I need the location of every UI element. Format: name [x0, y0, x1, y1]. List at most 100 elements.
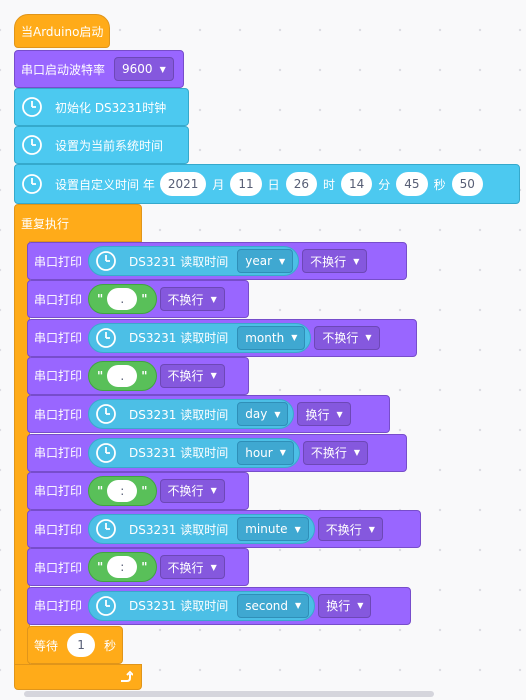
clock-icon: [96, 251, 116, 271]
time-field-dropdown[interactable]: second ▼: [237, 593, 310, 618]
caret-down-icon: ▼: [210, 294, 217, 304]
serial-print-block[interactable]: 串口打印 ": " 不换行 ▼: [27, 471, 249, 510]
ds3231-read-label: DS3231 读取时间: [129, 331, 229, 346]
serial-print-label: 串口打印: [34, 560, 83, 575]
horizontal-scrollbar[interactable]: [24, 691, 434, 697]
when-arduino-starts-block[interactable]: 当Arduino启动: [14, 14, 110, 48]
time-field-dropdown[interactable]: minute ▼: [237, 517, 309, 542]
time-field-dropdown[interactable]: year ▼: [237, 249, 294, 273]
ds3231-read-label: DS3231 读取时间: [129, 446, 229, 460]
caret-down-icon: ▼: [210, 371, 217, 381]
newline-dropdown[interactable]: 不换行 ▼: [314, 325, 380, 350]
clock-icon: [22, 174, 42, 194]
serial-print-block[interactable]: 串口打印 ". " 不换行 ▼: [27, 356, 249, 395]
string-input[interactable]: :: [107, 556, 138, 579]
clock-icon: [96, 404, 116, 425]
ds3231-read-label: DS3231 读取时间: [129, 407, 229, 422]
hour-input[interactable]: 14: [340, 172, 373, 196]
set-custom-time-block[interactable]: 设置自定义时间 年 2021 月 11 日 26 时 14 分 45 秒 50: [14, 164, 520, 204]
second-label: 秒: [433, 177, 446, 192]
newline-dropdown[interactable]: 不换行 ▼: [302, 249, 368, 273]
serial-begin-block[interactable]: 串口启动波特率 9600 ▼: [14, 50, 184, 88]
newline-dropdown[interactable]: 换行 ▼: [318, 593, 372, 618]
ds3231-read-reporter[interactable]: DS3231 读取时间 hour ▼: [88, 437, 300, 468]
newline-dropdown[interactable]: 不换行 ▼: [159, 287, 225, 312]
time-field-value: minute: [245, 522, 288, 537]
second-input[interactable]: 50: [451, 172, 483, 196]
ds3231-read-reporter[interactable]: DS3231 读取时间 month ▼: [88, 322, 312, 353]
month-label: 月: [212, 177, 225, 192]
string-reporter[interactable]: ". ": [88, 360, 157, 391]
string-input[interactable]: .: [107, 364, 138, 387]
caret-down-icon: ▼: [159, 64, 166, 74]
wait-label: 等待: [34, 638, 59, 653]
set-now-label: 设置为当前系统时间: [55, 138, 164, 153]
serial-print-block[interactable]: 串口打印 ". " 不换行 ▼: [27, 280, 249, 319]
newline-value: 换行: [326, 599, 351, 614]
time-field-value: hour: [245, 445, 273, 460]
time-field-dropdown[interactable]: hour ▼: [237, 440, 294, 465]
caret-down-icon: ▼: [357, 601, 364, 611]
minute-label: 分: [378, 177, 391, 192]
caret-down-icon: ▼: [210, 562, 217, 572]
wait-unit-label: 秒: [104, 638, 117, 653]
set-custom-label: 设置自定义时间 年: [55, 177, 155, 192]
caret-down-icon: ▼: [353, 256, 360, 266]
newline-value: 不换行: [310, 446, 347, 460]
caret-down-icon: ▼: [279, 448, 286, 457]
string-input[interactable]: :: [107, 479, 138, 502]
wait-block[interactable]: 等待 1 秒: [27, 626, 123, 664]
year-input[interactable]: 2021: [159, 172, 207, 196]
serial-print-block[interactable]: 串口打印 DS3231 读取时间 second ▼ 换行 ▼: [27, 586, 411, 625]
newline-dropdown[interactable]: 不换行 ▼: [302, 440, 369, 465]
set-system-time-block[interactable]: 设置为当前系统时间: [14, 126, 189, 164]
serial-print-label: 串口打印: [34, 292, 83, 307]
newline-dropdown[interactable]: 不换行 ▼: [159, 363, 225, 388]
serial-print-block[interactable]: 串口打印 DS3231 读取时间 minute ▼ 不换行 ▼: [27, 510, 421, 549]
month-input[interactable]: 11: [230, 172, 262, 196]
serial-print-block[interactable]: 串口打印 ": " 不换行 ▼: [27, 548, 249, 587]
loop-arrow-icon: [121, 670, 133, 682]
newline-dropdown[interactable]: 不换行 ▼: [159, 555, 225, 580]
string-reporter[interactable]: ": ": [88, 475, 157, 506]
close-quote: ": [141, 292, 148, 307]
minute-input[interactable]: 45: [396, 172, 428, 196]
time-field-value: day: [245, 407, 268, 422]
forever-loop-block[interactable]: 重复执行: [14, 204, 142, 242]
ds3231-read-reporter[interactable]: DS3231 读取时间 minute ▼: [88, 514, 315, 545]
wait-seconds-input[interactable]: 1: [67, 633, 96, 657]
serial-print-label: 串口打印: [34, 599, 83, 614]
open-quote: ": [97, 483, 104, 498]
newline-value: 不换行: [167, 560, 204, 575]
newline-dropdown[interactable]: 换行 ▼: [297, 402, 351, 427]
serial-print-label: 串口打印: [34, 254, 83, 269]
string-input[interactable]: .: [107, 288, 138, 311]
serial-print-block[interactable]: 串口打印 DS3231 读取时间 hour ▼ 不换行 ▼: [27, 433, 407, 472]
newline-dropdown[interactable]: 不换行 ▼: [317, 517, 383, 542]
day-input[interactable]: 26: [285, 172, 317, 196]
ds3231-read-label: DS3231 读取时间: [129, 254, 229, 269]
time-field-dropdown[interactable]: month ▼: [237, 325, 306, 350]
baud-rate-dropdown[interactable]: 9600 ▼: [114, 57, 174, 81]
ds3231-read-reporter[interactable]: DS3231 读取时间 second ▼: [88, 590, 316, 621]
serial-print-label: 串口打印: [34, 484, 83, 499]
newline-dropdown[interactable]: 不换行 ▼: [159, 478, 225, 503]
ds3231-read-reporter[interactable]: DS3231 读取时间 day ▼: [88, 399, 295, 430]
serial-print-block[interactable]: 串口打印 DS3231 读取时间 year ▼ 不换行 ▼: [27, 242, 407, 280]
caret-down-icon: ▼: [353, 448, 361, 457]
ds3231-read-reporter[interactable]: DS3231 读取时间 year ▼: [88, 246, 300, 276]
string-reporter[interactable]: ": ": [88, 552, 157, 583]
clock-icon: [96, 595, 116, 616]
serial-print-label: 串口打印: [34, 446, 83, 460]
time-field-dropdown[interactable]: day ▼: [237, 402, 289, 427]
serial-print-label: 串口打印: [34, 331, 83, 346]
init-ds3231-block[interactable]: 初始化 DS3231时钟: [14, 88, 189, 126]
serial-print-block[interactable]: 串口打印 DS3231 读取时间 month ▼ 不换行 ▼: [27, 318, 417, 357]
close-quote: ": [141, 560, 148, 575]
time-field-value: year: [245, 254, 273, 268]
serial-print-block[interactable]: 串口打印 DS3231 读取时间 day ▼ 换行 ▼: [27, 395, 390, 434]
serial-begin-label: 串口启动波特率: [21, 62, 106, 77]
open-quote: ": [97, 292, 104, 307]
string-reporter[interactable]: ". ": [88, 284, 157, 315]
hour-label: 时: [322, 177, 335, 192]
